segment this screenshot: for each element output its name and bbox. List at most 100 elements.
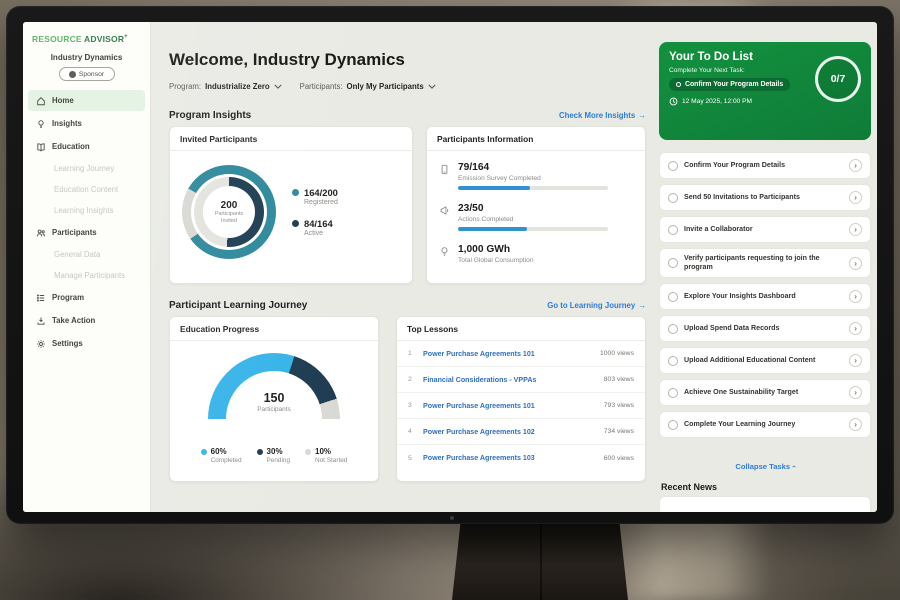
consumption-icon [439, 246, 450, 257]
monitor-stand [452, 520, 628, 600]
home-icon [36, 96, 46, 106]
task-checkbox[interactable] [668, 324, 678, 334]
sidebar-nav: Home Insights Education Learning Journey… [23, 89, 150, 355]
program-insights-section-header: Program Insights Check More Insights → [169, 110, 646, 121]
brand-logo: RESOURCE ADVISOR+ [23, 22, 150, 46]
sidebar-item-take-action[interactable]: Take Action [28, 310, 145, 331]
chevron-up-icon: › [789, 465, 798, 468]
sidebar-item-settings[interactable]: Settings [28, 333, 145, 354]
legend-dot [201, 449, 207, 455]
lesson-title-link[interactable]: Power Purchase Agreements 101 [423, 350, 592, 358]
legend-dot [257, 449, 263, 455]
task-chevron-icon[interactable]: › [849, 354, 862, 367]
lesson-title-link[interactable]: Financial Considerations - VPPAs [423, 376, 596, 384]
learning-journey-section-header: Participant Learning Journey Go to Learn… [169, 300, 646, 311]
legend-item: 164/200 Registered [292, 187, 338, 206]
task-checkbox[interactable] [668, 193, 678, 203]
clock-icon [669, 97, 678, 106]
task-checkbox[interactable] [668, 388, 678, 398]
chevron-down-icon [428, 84, 436, 89]
donut-center-value: 200 [221, 200, 238, 211]
task-chevron-icon[interactable]: › [849, 322, 862, 335]
invited-participants-card: Invited Participants 200 Participants In… [169, 126, 413, 284]
sidebar-item-learning-journey[interactable]: Learning Journey [28, 159, 145, 178]
sidebar-item-program[interactable]: Program [28, 287, 145, 308]
main-content: Welcome, Industry Dynamics Program: Indu… [151, 22, 651, 512]
task-chevron-icon[interactable]: › [849, 386, 862, 399]
task-chevron-icon[interactable]: › [849, 290, 862, 303]
learning-journey-title: Participant Learning Journey [169, 300, 307, 311]
next-task-pill[interactable]: Confirm Your Program Details [669, 78, 790, 91]
task-row[interactable]: Explore Your Insights Dashboard › [659, 283, 871, 310]
lesson-row: 2 Financial Considerations - VPPAs 803 v… [397, 367, 645, 393]
page-title: Welcome, Industry Dynamics [169, 50, 405, 70]
lesson-title-link[interactable]: Power Purchase Agreements 102 [423, 428, 596, 436]
monitor-bezel: RESOURCE ADVISOR+ Industry Dynamics Spon… [6, 6, 894, 524]
participants-filter[interactable]: Participants: Only My Participants [300, 82, 436, 91]
task-chevron-icon[interactable]: › [849, 418, 862, 431]
sidebar-item-general-data[interactable]: General Data [28, 245, 145, 264]
task-checkbox[interactable] [668, 420, 678, 430]
top-lessons-card: Top Lessons 1 Power Purchase Agreements … [396, 316, 646, 482]
lesson-row: 3 Power Purchase Agreements 101 793 view… [397, 393, 645, 419]
recent-news-title: Recent News [661, 482, 717, 492]
task-row[interactable]: Complete Your Learning Journey › [659, 411, 871, 438]
info-row: 79/164 Emission Survey Completed [427, 155, 645, 196]
sidebar: RESOURCE ADVISOR+ Industry Dynamics Spon… [23, 22, 151, 512]
gauge-center-value: 150 [208, 391, 340, 405]
task-chevron-icon[interactable]: › [849, 159, 862, 172]
program-icon [36, 293, 46, 303]
arrow-right-icon: → [638, 111, 646, 120]
sidebar-item-participants[interactable]: Participants [28, 222, 145, 243]
filters-row: Program: Industrialize Zero Participants… [169, 82, 436, 91]
task-dot-icon [676, 82, 681, 87]
actions-icon [439, 205, 450, 216]
org-name: Industry Dynamics [23, 53, 150, 62]
participants-information-card: Participants Information 79/164 Emission… [426, 126, 646, 284]
sponsor-badge: Sponsor [59, 67, 115, 81]
info-progress-fill [458, 186, 530, 190]
task-checkbox[interactable] [668, 161, 678, 171]
task-row[interactable]: Invite a Collaborator › [659, 216, 871, 243]
program-insights-title: Program Insights [169, 110, 251, 121]
lesson-title-link[interactable]: Power Purchase Agreements 101 [423, 402, 596, 410]
arrow-right-icon: → [638, 301, 646, 310]
sidebar-item-education-content[interactable]: Education Content [28, 180, 145, 199]
task-row[interactable]: Upload Spend Data Records › [659, 315, 871, 342]
recent-news-card [659, 496, 871, 512]
progress-bar [458, 186, 608, 190]
task-row[interactable]: Confirm Your Program Details › [659, 152, 871, 179]
gauge-center-label: Participants [208, 406, 340, 413]
task-checkbox[interactable] [668, 258, 678, 268]
task-row[interactable]: Achieve One Sustainability Target › [659, 379, 871, 406]
program-filter[interactable]: Program: Industrialize Zero [169, 82, 282, 91]
check-more-insights-link[interactable]: Check More Insights → [559, 111, 646, 120]
task-chevron-icon[interactable]: › [849, 257, 862, 270]
todo-progress-value: 0/7 [831, 73, 846, 85]
task-row[interactable]: Verify participants requesting to join t… [659, 248, 871, 278]
info-row: 23/50 Actions Completed [427, 196, 645, 237]
task-row[interactable]: Upload Additional Educational Content › [659, 347, 871, 374]
info-progress-fill [458, 227, 527, 231]
task-checkbox[interactable] [668, 356, 678, 366]
task-checkbox[interactable] [668, 292, 678, 302]
task-list: Confirm Your Program Details › Send 50 I… [659, 152, 871, 438]
settings-icon [36, 339, 46, 349]
task-checkbox[interactable] [668, 225, 678, 235]
lesson-row: 4 Power Purchase Agreements 102 734 view… [397, 419, 645, 445]
power-led [450, 516, 454, 520]
donut-center-label: Participants Invited [209, 211, 249, 224]
legend-item: 60% Completed [201, 447, 242, 464]
sidebar-item-learning-insights[interactable]: Learning Insights [28, 201, 145, 220]
sidebar-item-insights[interactable]: Insights [28, 113, 145, 134]
go-to-learning-journey-link[interactable]: Go to Learning Journey → [547, 301, 646, 310]
sidebar-item-home[interactable]: Home [28, 90, 145, 111]
collapse-tasks-link[interactable]: Collapse Tasks› [659, 462, 871, 471]
sidebar-item-education[interactable]: Education [28, 136, 145, 157]
task-row[interactable]: Send 50 Invitations to Participants › [659, 184, 871, 211]
sidebar-item-manage-participants[interactable]: Manage Participants [28, 266, 145, 285]
task-chevron-icon[interactable]: › [849, 223, 862, 236]
lesson-title-link[interactable]: Power Purchase Agreements 103 [423, 454, 596, 462]
task-chevron-icon[interactable]: › [849, 191, 862, 204]
legend-dot [292, 220, 299, 227]
